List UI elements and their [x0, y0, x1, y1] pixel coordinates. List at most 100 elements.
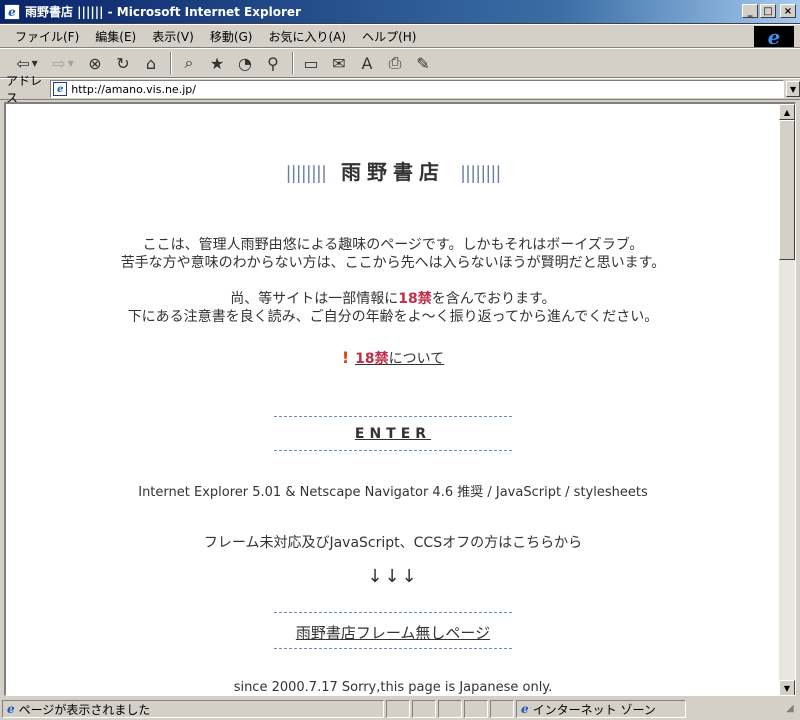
- chevron-down-icon: ▼: [783, 683, 791, 693]
- r18-highlight: 18禁: [398, 291, 432, 307]
- noframes-link[interactable]: 雨野書店フレーム無しページ: [6, 622, 780, 643]
- noframes-notice: フレーム未対応及びJavaScript、CCSオフの方はこちらから: [203, 535, 583, 551]
- status-cell: [438, 700, 462, 718]
- forward-button[interactable]: ⇨ ▼: [46, 51, 80, 75]
- font-icon: A: [361, 53, 373, 73]
- intro-text: ここは、管理人雨野由悠による趣味のページです。しかもそれはボーイズラブ。 苦手な…: [6, 236, 780, 272]
- menu-go[interactable]: 移動(G): [203, 26, 260, 47]
- ie-page-icon: e: [4, 3, 20, 20]
- forward-icon: ⇨: [52, 53, 66, 73]
- channels-button[interactable]: ⚲: [260, 51, 286, 75]
- maximize-button[interactable]: □: [760, 4, 776, 18]
- notice-text: 尚、等サイトは一部情報に18禁を含んでおります。 下にある注意書を良く読み、ご自…: [6, 290, 780, 326]
- page-icon: e: [53, 82, 68, 96]
- intro-line-2: 苦手な方や意味のわからない方は、ここから先へは入らないほうが賢明だと思います。: [120, 255, 666, 271]
- divider: [274, 450, 512, 451]
- home-icon: ⌂: [145, 53, 157, 73]
- menu-favorites[interactable]: お気に入り(A): [261, 26, 353, 47]
- print-icon: ⎙: [388, 53, 402, 72]
- toolbar-separator: [170, 52, 172, 74]
- address-url: http://amano.vis.ne.jp/: [71, 82, 196, 96]
- r18-link-text: について: [388, 351, 445, 367]
- edit-icon: ✎: [416, 53, 430, 73]
- notice-text-after: を含んでおります。: [431, 291, 556, 307]
- font-button[interactable]: A: [354, 51, 380, 75]
- menu-edit[interactable]: 編集(E): [88, 26, 143, 47]
- site-name: 雨野書店: [341, 160, 445, 184]
- page-title: |||||||| 雨野書店 ||||||||: [6, 156, 780, 185]
- menu-file[interactable]: ファイル(F): [8, 26, 86, 47]
- content-viewport: |||||||| 雨野書店 |||||||| ここは、管理人雨野由悠による趣味の…: [4, 102, 796, 696]
- fullscreen-icon: ▭: [303, 53, 319, 73]
- warning-icon: !: [341, 348, 350, 367]
- r18-info-link[interactable]: 18禁について: [355, 351, 444, 367]
- address-input[interactable]: e http://amano.vis.ne.jp/: [50, 80, 785, 98]
- notice-line-2: 下にある注意書を良く読み、ご自分の年齢をよ～く振り返ってから進んでください。: [127, 309, 659, 325]
- search-button[interactable]: ⌕: [176, 51, 202, 75]
- title-bar: e 雨野書店 |||||| - Microsoft Internet Explo…: [0, 0, 800, 24]
- notice-line-1: 尚、等サイトは一部情報に18禁を含んでおります。: [6, 290, 780, 308]
- title-deco-right: ||||||||: [459, 163, 502, 184]
- vertical-scrollbar[interactable]: ▲ ▼: [779, 104, 795, 695]
- r18-info: ! 18禁について: [6, 348, 780, 368]
- resize-grip-icon[interactable]: ◢: [786, 703, 798, 715]
- mail-icon: ✉: [332, 53, 346, 73]
- toolbar-separator: [292, 52, 294, 74]
- down-arrows: ↓↓↓: [367, 566, 419, 587]
- enter-link[interactable]: ENTER: [6, 426, 780, 442]
- home-button[interactable]: ⌂: [138, 51, 164, 75]
- history-button[interactable]: ◔: [232, 51, 258, 75]
- toolbar: ⇦ ▼ ⇨ ▼ ⊗ ↻ ⌂ ⌕ ★ ◔ ⚲ ▭ ✉ A ⎙ ✎: [0, 48, 800, 78]
- window-controls: _ □ ×: [742, 4, 796, 18]
- edit-button[interactable]: ✎: [410, 51, 436, 75]
- menu-view[interactable]: 表示(V): [145, 26, 201, 47]
- status-cell: [386, 700, 410, 718]
- favorites-button[interactable]: ★: [204, 51, 230, 75]
- chevron-down-icon: ▼: [790, 84, 797, 94]
- menu-bar: ファイル(F) 編集(E) 表示(V) 移動(G) お気に入り(A) ヘルプ(H…: [0, 24, 800, 49]
- history-icon: ◔: [238, 53, 252, 73]
- intro-line-1: ここは、管理人雨野由悠による趣味のページです。しかもそれはボーイズラブ。: [142, 237, 644, 253]
- status-cell: [464, 700, 488, 718]
- internet-zone-icon: e: [521, 702, 529, 716]
- ie-logo: e: [754, 25, 794, 49]
- divider: [274, 648, 512, 649]
- web-page: |||||||| 雨野書店 |||||||| ここは、管理人雨野由悠による趣味の…: [6, 104, 780, 695]
- browser-recommendation: Internet Explorer 5.01 & Netscape Naviga…: [138, 485, 648, 500]
- print-button[interactable]: ⎙: [382, 51, 408, 75]
- divider: [274, 416, 512, 417]
- search-icon: ⌕: [184, 53, 194, 72]
- since-note: since 2000.7.17 Sorry,this page is Japan…: [233, 680, 553, 695]
- stop-button[interactable]: ⊗: [82, 51, 108, 75]
- scroll-thumb[interactable]: [779, 120, 795, 260]
- refresh-icon: ↻: [116, 53, 130, 73]
- close-button[interactable]: ×: [780, 4, 796, 18]
- chevron-up-icon: ▲: [783, 107, 791, 117]
- address-dropdown-button[interactable]: ▼: [786, 81, 800, 97]
- back-icon: ⇦: [16, 53, 30, 73]
- status-bar: e ページが表示されました e インターネット ゾーン ◢: [0, 698, 800, 720]
- favorites-icon: ★: [209, 53, 225, 73]
- r18-label: 18禁: [355, 351, 389, 367]
- channels-icon: ⚲: [267, 53, 279, 73]
- title-deco-left: ||||||||: [285, 163, 328, 184]
- chevron-down-icon: ▼: [67, 58, 74, 68]
- minimize-button[interactable]: _: [742, 4, 758, 18]
- mail-button[interactable]: ✉: [326, 51, 352, 75]
- status-cell: [412, 700, 436, 718]
- divider: [274, 612, 512, 613]
- status-cell: [490, 700, 514, 718]
- stop-icon: ⊗: [88, 53, 102, 73]
- scroll-down-button[interactable]: ▼: [779, 680, 795, 695]
- scroll-up-button[interactable]: ▲: [779, 104, 795, 120]
- fullscreen-button[interactable]: ▭: [298, 51, 324, 75]
- zone-text: インターネット ゾーン: [532, 702, 656, 717]
- address-bar: アドレス e http://amano.vis.ne.jp/ ▼: [0, 74, 800, 105]
- refresh-button[interactable]: ↻: [110, 51, 136, 75]
- status-text: ページが表示されました: [18, 702, 151, 717]
- status-main: e ページが表示されました: [2, 700, 384, 718]
- notice-text-before: 尚、等サイトは一部情報に: [230, 291, 399, 307]
- address-label: アドレス: [6, 74, 43, 105]
- window-title: 雨野書店 |||||| - Microsoft Internet Explore…: [25, 5, 301, 19]
- menu-help[interactable]: ヘルプ(H): [355, 26, 423, 47]
